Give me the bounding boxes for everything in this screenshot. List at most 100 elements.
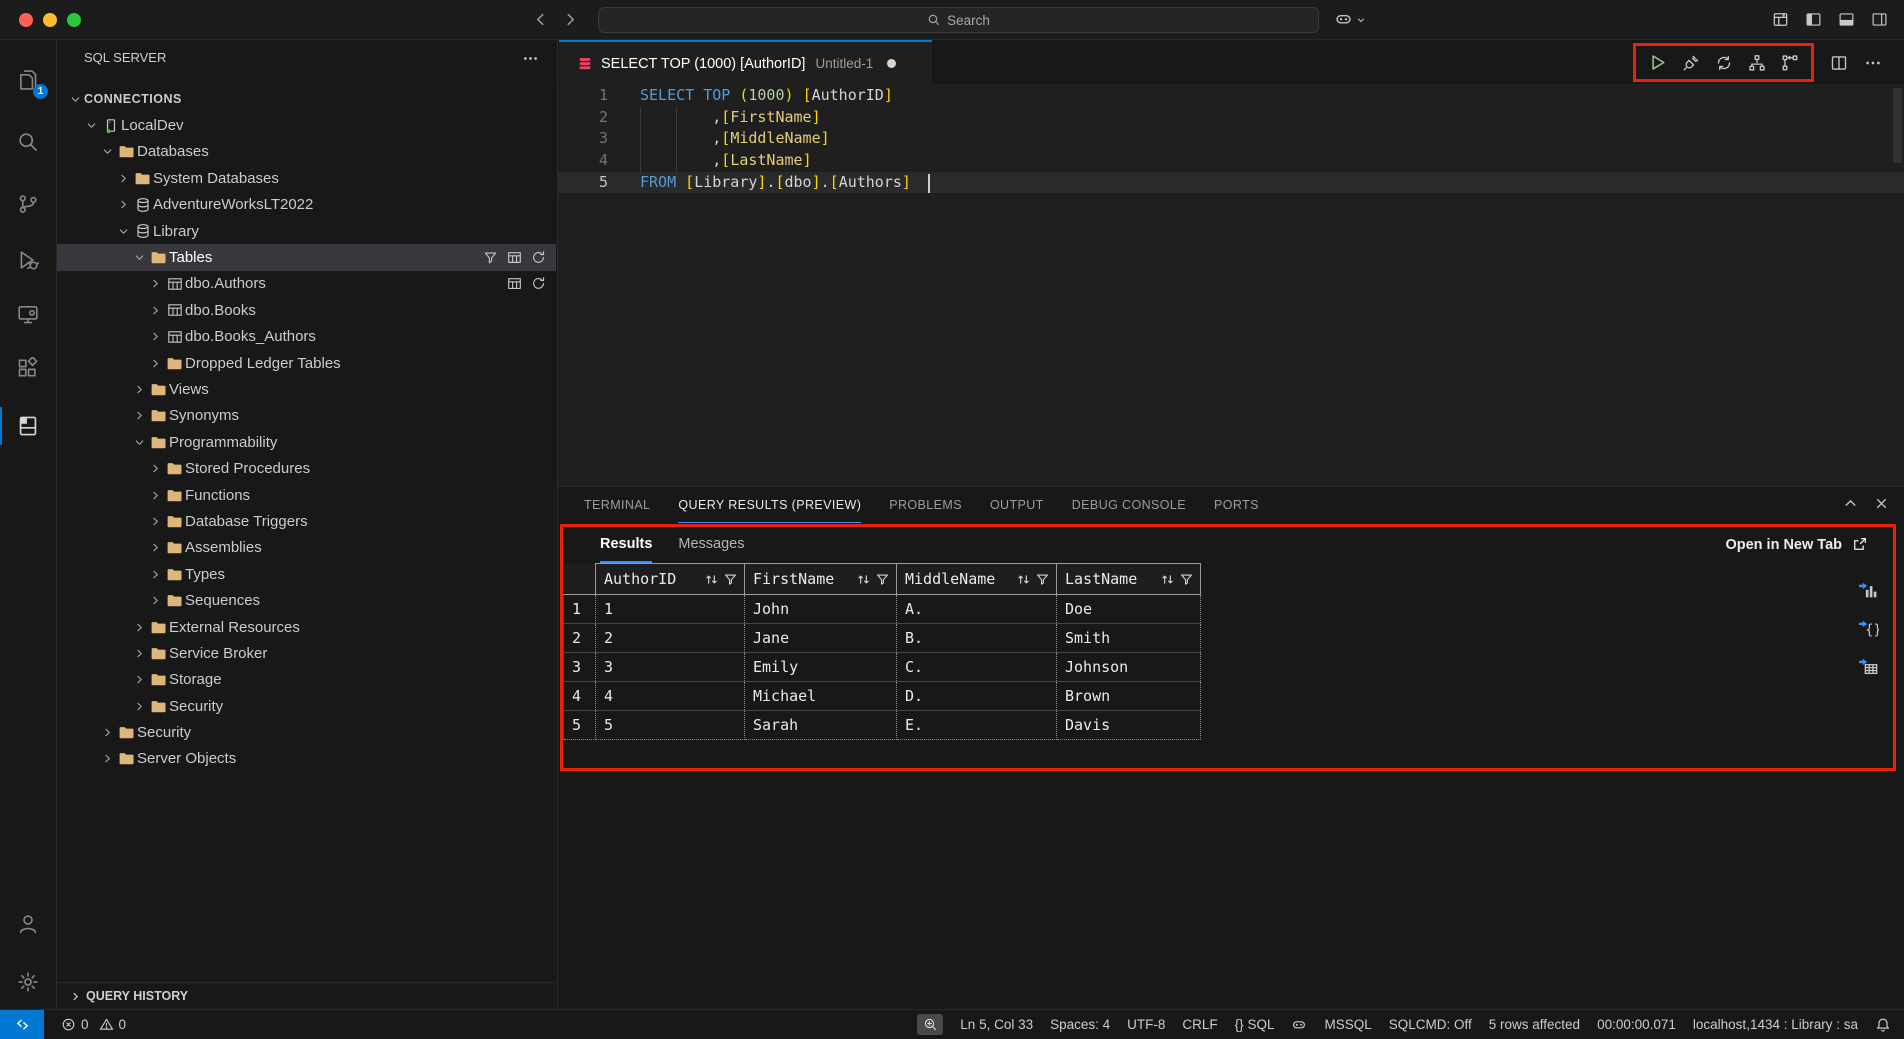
- activity-item-run-and-debug[interactable]: [0, 243, 56, 277]
- status-rows-affected[interactable]: 5 rows affected: [1489, 1017, 1580, 1032]
- grid-cell[interactable]: 4: [596, 682, 745, 711]
- more-actions-icon[interactable]: [522, 50, 539, 67]
- row-number-cell[interactable]: 1: [564, 595, 596, 624]
- disconnect-icon[interactable]: [1682, 54, 1700, 72]
- activity-item-source-control[interactable]: [0, 187, 56, 221]
- grid-column-header-firstname[interactable]: FirstName: [745, 564, 897, 595]
- table-grid-icon[interactable]: [507, 250, 522, 265]
- panel-tab-problems[interactable]: PROBLEMS: [889, 487, 962, 523]
- tree-item-assemblies[interactable]: Assemblies: [57, 535, 556, 561]
- tree-item-library[interactable]: Library: [57, 218, 556, 244]
- status-notifications[interactable]: [1875, 1017, 1891, 1033]
- estimated-plan-icon[interactable]: [1748, 54, 1766, 72]
- tree-item-connections[interactable]: CONNECTIONS: [57, 86, 556, 112]
- status-zoom-indicator[interactable]: [917, 1014, 943, 1035]
- activity-item-sql-server[interactable]: [0, 409, 56, 443]
- grid-cell[interactable]: Davis: [1057, 711, 1201, 740]
- tree-item-views[interactable]: Views: [57, 376, 556, 402]
- grid-cell[interactable]: Brown: [1057, 682, 1201, 711]
- tree-item-adventureworkslt2022[interactable]: AdventureWorksLT2022: [57, 192, 556, 218]
- problems-indicator[interactable]: 0 0: [61, 1017, 126, 1032]
- chevron-up-icon[interactable]: [1842, 495, 1859, 512]
- activity-item-extensions[interactable]: [0, 351, 56, 385]
- table-grid-icon[interactable]: [507, 276, 522, 291]
- navigate-forward-icon[interactable]: [562, 11, 579, 28]
- status-eol[interactable]: CRLF: [1182, 1017, 1217, 1032]
- activity-item-settings[interactable]: [0, 965, 56, 999]
- tree-item-dropped-ledger-tables[interactable]: Dropped Ledger Tables: [57, 350, 556, 376]
- panel-tab-query-results-preview-[interactable]: QUERY RESULTS (PREVIEW): [678, 487, 861, 523]
- editor-tab-active[interactable]: SELECT TOP (1000) [AuthorID] Untitled-1: [559, 40, 932, 85]
- tree-item-dbo-authors[interactable]: dbo.Authors: [57, 271, 556, 297]
- change-connection-icon[interactable]: [1715, 54, 1733, 72]
- activity-item-remote-explorer[interactable]: [0, 297, 56, 331]
- table-row[interactable]: 55SarahE.Davis: [564, 711, 1201, 740]
- tree-item-types[interactable]: Types: [57, 561, 556, 587]
- copilot-menu[interactable]: [1334, 10, 1366, 29]
- status-copilot[interactable]: [1291, 1017, 1307, 1033]
- panel-tab-terminal[interactable]: TERMINAL: [584, 487, 650, 523]
- grid-cell[interactable]: 2: [596, 624, 745, 653]
- grid-cell[interactable]: Jane: [745, 624, 897, 653]
- sort-icon[interactable]: [856, 572, 871, 587]
- table-row[interactable]: 22JaneB.Smith: [564, 624, 1201, 653]
- navigate-back-icon[interactable]: [532, 11, 549, 28]
- status-encoding[interactable]: UTF-8: [1127, 1017, 1165, 1032]
- results-tab-messages[interactable]: Messages: [678, 527, 744, 563]
- filter-icon[interactable]: [1035, 572, 1050, 587]
- table-row[interactable]: 44MichaelD.Brown: [564, 682, 1201, 711]
- tree-item-dbo-books[interactable]: dbo.Books: [57, 297, 556, 323]
- status-cursor-position[interactable]: Ln 5, Col 33: [960, 1017, 1033, 1032]
- grid-cell[interactable]: Michael: [745, 682, 897, 711]
- unsaved-changes-icon[interactable]: [887, 59, 896, 68]
- tree-item-databases[interactable]: Databases: [57, 139, 556, 165]
- grid-cell[interactable]: B.: [897, 624, 1057, 653]
- grid-cell[interactable]: Sarah: [745, 711, 897, 740]
- toggle-primary-sidebar-icon[interactable]: [1805, 11, 1822, 28]
- panel-tab-debug-console[interactable]: DEBUG CONSOLE: [1072, 487, 1186, 523]
- more-actions-icon[interactable]: [1864, 54, 1882, 72]
- tree-item-localdev[interactable]: LocalDev: [57, 112, 556, 138]
- actual-plan-icon[interactable]: [1781, 54, 1799, 72]
- table-row[interactable]: 11JohnA.Doe: [564, 595, 1201, 624]
- query-history-section[interactable]: QUERY HISTORY: [57, 982, 556, 1009]
- open-in-new-tab-button[interactable]: Open in New Tab: [1725, 536, 1868, 553]
- sort-icon[interactable]: [704, 572, 719, 587]
- grid-cell[interactable]: Doe: [1057, 595, 1201, 624]
- remote-indicator[interactable]: [0, 1010, 44, 1039]
- code-editor[interactable]: 1SELECT TOP (1000) [AuthorID]2 ,[FirstNa…: [558, 85, 1904, 486]
- close-window-button[interactable]: [19, 13, 33, 27]
- tree-item-security[interactable]: Security: [57, 693, 556, 719]
- tree-item-synonyms[interactable]: Synonyms: [57, 403, 556, 429]
- grid-cell[interactable]: C.: [897, 653, 1057, 682]
- status-language-mode[interactable]: {} SQL: [1235, 1017, 1275, 1032]
- tree-item-security[interactable]: Security: [57, 719, 556, 745]
- grid-cell[interactable]: 1: [596, 595, 745, 624]
- activity-item-explorer[interactable]: 1: [0, 63, 56, 97]
- toggle-secondary-sidebar-icon[interactable]: [1871, 11, 1888, 28]
- split-editor-icon[interactable]: [1830, 54, 1848, 72]
- grid-cell[interactable]: A.: [897, 595, 1057, 624]
- tree-item-service-broker[interactable]: Service Broker: [57, 640, 556, 666]
- tree-item-functions[interactable]: Functions: [57, 482, 556, 508]
- tree-item-stored-procedures[interactable]: Stored Procedures: [57, 455, 556, 481]
- row-number-cell[interactable]: 5: [564, 711, 596, 740]
- status-mssql-provider[interactable]: MSSQL: [1324, 1017, 1371, 1032]
- activity-item-accounts[interactable]: [0, 907, 56, 941]
- grid-cell[interactable]: Johnson: [1057, 653, 1201, 682]
- filter-icon[interactable]: [875, 572, 890, 587]
- tree-item-programmability[interactable]: Programmability: [57, 429, 556, 455]
- grid-cell[interactable]: 5: [596, 711, 745, 740]
- tree-item-database-triggers[interactable]: Database Triggers: [57, 508, 556, 534]
- sort-icon[interactable]: [1016, 572, 1031, 587]
- status-connection[interactable]: localhost,1434 : Library : sa: [1693, 1017, 1858, 1032]
- customize-layout-icon[interactable]: [1772, 11, 1789, 28]
- tree-item-storage[interactable]: Storage: [57, 667, 556, 693]
- sort-icon[interactable]: [1160, 572, 1175, 587]
- refresh-icon[interactable]: [531, 276, 546, 291]
- save-as-json-icon[interactable]: {}: [1858, 617, 1880, 639]
- grid-cell[interactable]: Emily: [745, 653, 897, 682]
- tree-item-sequences[interactable]: Sequences: [57, 587, 556, 613]
- close-panel-icon[interactable]: [1873, 495, 1890, 512]
- grid-cell[interactable]: D.: [897, 682, 1057, 711]
